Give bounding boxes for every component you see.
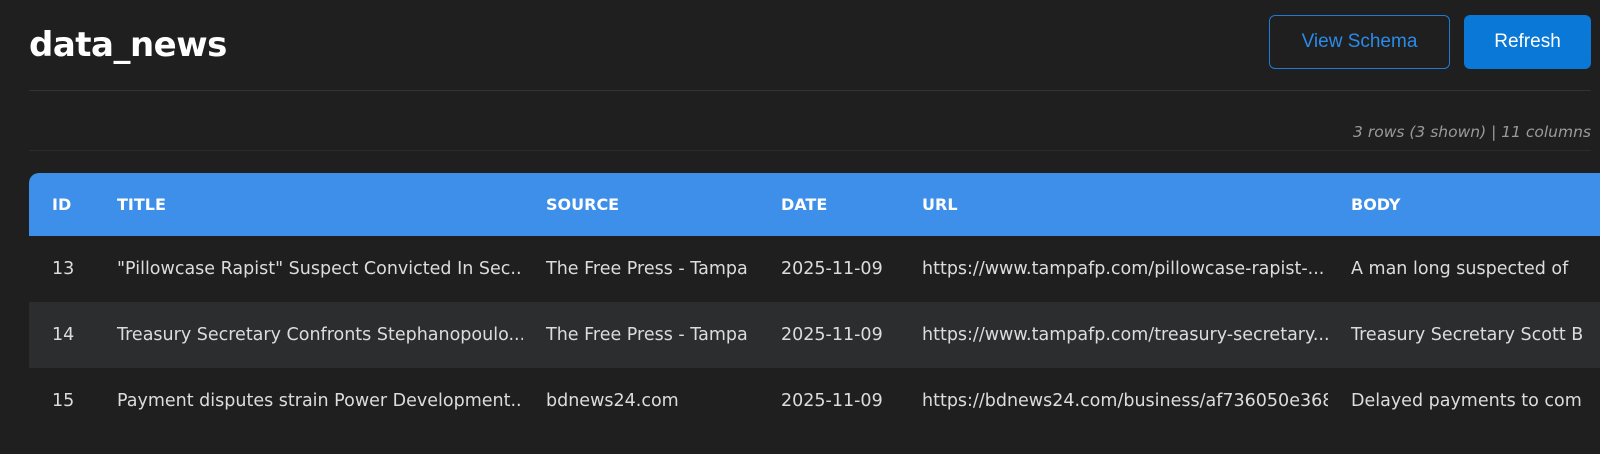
cell-date: 2025-11-09 bbox=[781, 325, 883, 345]
cell-body: Treasury Secretary Scott B bbox=[1351, 325, 1584, 345]
column-header-date[interactable]: DATE bbox=[758, 173, 899, 236]
page-title: data_news bbox=[29, 25, 227, 65]
row-count-summary: 3 rows (3 shown) | 11 columns bbox=[1353, 123, 1591, 141]
cell-source: The Free Press - Tampa bbox=[546, 259, 748, 279]
cell-source: bdnews24.com bbox=[546, 391, 679, 411]
table-row[interactable]: 15 Payment disputes strain Power Develop… bbox=[29, 368, 1600, 434]
column-header-body[interactable]: BODY bbox=[1328, 173, 1600, 236]
view-schema-button[interactable]: View Schema bbox=[1269, 15, 1450, 69]
table-meta-bar: 3 rows (3 shown) | 11 columns bbox=[29, 91, 1591, 151]
data-table: ID TITLE SOURCE DATE URL BODY 13 "Pillow… bbox=[29, 173, 1600, 434]
cell-date: 2025-11-09 bbox=[781, 259, 883, 279]
column-header-title[interactable]: TITLE bbox=[94, 173, 523, 236]
table-row[interactable]: 14 Treasury Secretary Confronts Stephano… bbox=[29, 302, 1600, 368]
data-table-scroll-area[interactable]: ID TITLE SOURCE DATE URL BODY 13 "Pillow… bbox=[29, 173, 1600, 454]
cell-url: https://www.tampafp.com/pillowcase-rapis… bbox=[922, 259, 1325, 279]
cell-body: A man long suspected of bbox=[1351, 259, 1569, 279]
table-header-row: ID TITLE SOURCE DATE URL BODY bbox=[29, 173, 1600, 236]
column-header-url[interactable]: URL bbox=[899, 173, 1328, 236]
cell-source: The Free Press - Tampa bbox=[546, 325, 748, 345]
cell-title: Payment disputes strain Power Developmen… bbox=[117, 391, 523, 411]
cell-body: Delayed payments to com bbox=[1351, 391, 1582, 411]
cell-url: https://bdnews24.com/business/af736050e3… bbox=[922, 391, 1328, 411]
cell-id: 15 bbox=[52, 391, 75, 411]
column-header-source[interactable]: SOURCE bbox=[523, 173, 758, 236]
cell-title: Treasury Secretary Confronts Stephanopou… bbox=[117, 325, 523, 345]
table-row[interactable]: 13 "Pillowcase Rapist" Suspect Convicted… bbox=[29, 236, 1600, 302]
cell-title: "Pillowcase Rapist" Suspect Convicted In… bbox=[117, 259, 523, 279]
column-header-id[interactable]: ID bbox=[29, 173, 94, 236]
page: data_news View Schema Refresh 3 rows (3 … bbox=[0, 0, 1600, 454]
cell-id: 13 bbox=[52, 259, 75, 279]
cell-url: https://www.tampafp.com/treasury-secreta… bbox=[922, 325, 1328, 345]
page-header: data_news View Schema Refresh bbox=[29, 0, 1591, 91]
cell-id: 14 bbox=[52, 325, 75, 345]
refresh-button[interactable]: Refresh bbox=[1464, 15, 1591, 69]
cell-date: 2025-11-09 bbox=[781, 391, 883, 411]
